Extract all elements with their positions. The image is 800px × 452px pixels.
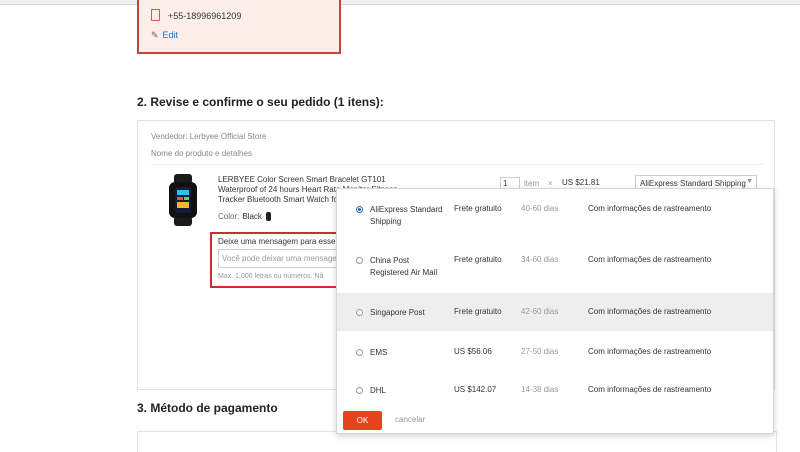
shipping-radio[interactable] (356, 349, 363, 356)
shipping-option-tracking: Com informações de rastreamento (588, 307, 712, 316)
shipping-option-price: Frete gratuito (454, 204, 502, 213)
shipping-option-name: China Post Registered Air Mail (370, 256, 438, 277)
shipping-option-days: 27-50 dias (521, 347, 559, 356)
cancel-button[interactable]: cancelar (395, 415, 425, 424)
shipping-option-tracking: Com informações de rastreamento (588, 204, 712, 213)
shipping-radio[interactable] (356, 387, 363, 394)
product-image[interactable] (166, 174, 200, 226)
color-row: Color: Black (218, 212, 271, 221)
divider (151, 164, 763, 165)
shipping-option-days: 42-60 dias (521, 307, 559, 316)
payment-method-title: 3. Método de pagamento (137, 401, 278, 415)
vendor-name: Vendedor: Lerbyee Official Store (151, 132, 267, 141)
shipping-option-name: AliExpress Standard Shipping (370, 205, 443, 226)
shipping-option-tracking: Com informações de rastreamento (588, 347, 712, 356)
phone-row: +55-18996961209 (151, 9, 241, 21)
payment-card (137, 431, 777, 452)
phone-icon (151, 9, 160, 21)
quantity-unit: item (524, 179, 540, 188)
unit-price: US $21.81 (562, 178, 600, 187)
shipping-option-price: Frete gratuito (454, 307, 502, 316)
shipping-option-price: US $142.07 (454, 385, 497, 394)
shipping-option-tracking: Com informações de rastreamento (588, 255, 712, 264)
chevron-down-icon: ▼ (746, 178, 753, 185)
seller-message-input[interactable]: Você pode deixar uma mensage (218, 249, 342, 268)
shipping-option-days: 40-60 dias (521, 204, 559, 213)
shipping-address-card: +55-18996961209 ✎ Edit (137, 0, 341, 54)
browser-address-bar (0, 0, 800, 5)
shipping-option-name: Singapore Post (370, 308, 425, 317)
shipping-option-price: Frete gratuito (454, 255, 502, 264)
seller-message-box: Deixe uma mensagem para esse Você pode d… (210, 232, 344, 288)
review-order-title: 2. Revise e confirme o seu pedido (1 ite… (137, 95, 384, 109)
shipping-option-row[interactable]: DHL US $142.07 14-38 dias Com informaçõe… (337, 373, 773, 411)
edit-label: Edit (162, 30, 179, 40)
shipping-option-row[interactable]: AliExpress Standard Shipping Frete gratu… (337, 192, 773, 230)
edit-address-link[interactable]: ✎ Edit (151, 30, 178, 41)
shipping-radio[interactable] (356, 309, 363, 316)
color-label: Color: (218, 212, 240, 221)
shipping-radio[interactable] (356, 206, 363, 213)
shipping-option-row[interactable]: Singapore Post Frete gratuito 42-60 dias… (337, 293, 773, 331)
shipping-option-tracking: Com informações de rastreamento (588, 385, 712, 394)
shipping-option-days: 14-38 dias (521, 385, 559, 394)
shipping-selected-value: AliExpress Standard Shipping (640, 179, 746, 188)
shipping-option-row[interactable]: EMS US $56.06 27-50 dias Com informações… (337, 335, 773, 373)
shipping-options-dropdown: AliExpress Standard Shipping Frete gratu… (336, 188, 774, 434)
shipping-option-price: US $56.06 (454, 347, 492, 356)
shipping-option-name: EMS (370, 348, 388, 357)
shipping-option-row[interactable]: China Post Registered Air Mail Frete gra… (337, 243, 773, 281)
color-value: Black (242, 212, 262, 221)
shipping-option-days: 34-60 dias (521, 255, 559, 264)
product-column-header: Nome do produto e detalhes (151, 149, 252, 158)
shipping-radio[interactable] (356, 257, 363, 264)
ok-button[interactable]: OK (343, 411, 382, 430)
times-sign: × (548, 179, 553, 188)
pencil-icon: ✎ (151, 30, 159, 40)
phone-number: +55-18996961209 (168, 11, 242, 21)
shipping-option-name: DHL (370, 386, 387, 395)
message-label: Deixe uma mensagem para esse (218, 237, 336, 246)
color-swatch (265, 212, 271, 221)
message-hint: Max. 1,000 letras ou números. Nã (218, 273, 324, 280)
